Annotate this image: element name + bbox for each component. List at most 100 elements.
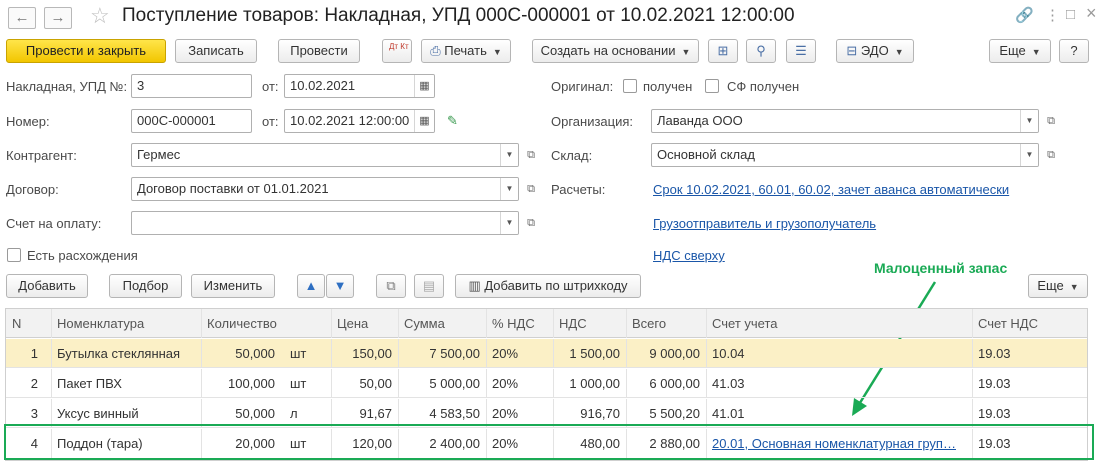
cell-total[interactable]: 9 000,00: [626, 339, 706, 368]
link-icon[interactable]: 🔗: [1015, 6, 1034, 24]
payment-invoice-field[interactable]: ▼: [131, 211, 519, 235]
vat-on-top-link[interactable]: НДС сверху: [653, 248, 725, 263]
header-account[interactable]: Счет учета: [706, 309, 972, 338]
cell-vat[interactable]: 1 500,00: [553, 339, 626, 368]
open-organization-icon[interactable]: ⧉: [1041, 109, 1061, 133]
number-field[interactable]: 000С-000001: [131, 109, 252, 133]
invoice-number-label: Накладная, УПД №:: [6, 79, 128, 94]
add-row-button[interactable]: Добавить: [6, 274, 88, 298]
arrow-up-icon: ▲: [304, 278, 318, 293]
table-row[interactable]: 1 Бутылка стеклянная 50,000 шт 150,00 7 …: [6, 339, 1087, 368]
cell-vat-rate[interactable]: 20%: [486, 369, 553, 398]
paste-row-button[interactable]: ▤: [414, 274, 444, 298]
report-button[interactable]: ☰: [786, 39, 816, 63]
organization-field[interactable]: Лаванда ООО ▼: [651, 109, 1039, 133]
help-button[interactable]: ?: [1059, 39, 1089, 63]
copy-row-button[interactable]: ⧉: [376, 274, 406, 298]
move-down-button[interactable]: ▼: [326, 274, 354, 298]
cell-unit[interactable]: шт: [284, 369, 329, 398]
chevron-down-icon[interactable]: ▼: [500, 144, 518, 166]
more-vert-icon[interactable]: ⋮: [1045, 6, 1060, 24]
contract-label: Договор:: [6, 182, 59, 197]
cell-vat-rate[interactable]: 20%: [486, 339, 553, 368]
settlements-link[interactable]: Срок 10.02.2021, 60.01, 60.02, зачет ава…: [653, 182, 1009, 197]
original-received-checkbox[interactable]: [623, 79, 637, 93]
open-contract-icon[interactable]: ⧉: [521, 177, 541, 201]
shipper-consignee-link[interactable]: Грузоотправитель и грузополучатель: [653, 216, 876, 231]
open-payment-invoice-icon[interactable]: ⧉: [521, 211, 541, 235]
chevron-down-icon[interactable]: ▼: [500, 212, 518, 234]
cell-name[interactable]: Бутылка стеклянная: [51, 339, 201, 368]
invoice-date-value: 10.02.2021: [290, 78, 356, 93]
header-total[interactable]: Всего: [626, 309, 706, 338]
cell-vat-account[interactable]: 19.03: [972, 339, 1087, 368]
cell-qty[interactable]: 50,000: [201, 339, 281, 368]
post-button[interactable]: Провести: [278, 39, 360, 63]
organization-label: Организация:: [551, 114, 634, 129]
calendar-icon[interactable]: ▦: [414, 75, 434, 97]
edit-row-button[interactable]: Изменить: [191, 274, 275, 298]
cell-account[interactable]: 41.03: [706, 369, 972, 398]
barcode-icon: ▥: [468, 278, 481, 293]
chevron-down-icon[interactable]: ▼: [500, 178, 518, 200]
sf-received-checkbox[interactable]: [705, 79, 719, 93]
discrepancy-checkbox[interactable]: [7, 248, 21, 262]
attach-button[interactable]: ⚲: [746, 39, 776, 63]
invoice-date-field[interactable]: 10.02.2021 ▦: [284, 74, 435, 98]
cell-sum[interactable]: 5 000,00: [398, 369, 486, 398]
cell-name[interactable]: Пакет ПВХ: [51, 369, 201, 398]
header-n[interactable]: N: [6, 309, 51, 338]
original-label: Оригинал:: [551, 79, 614, 94]
structure-button[interactable]: ⊞: [708, 39, 738, 63]
note-icon[interactable]: ✎: [447, 113, 458, 129]
cell-account[interactable]: 10.04: [706, 339, 972, 368]
maximize-icon[interactable]: □: [1066, 6, 1075, 23]
table-row[interactable]: 2 Пакет ПВХ 100,000 шт 50,00 5 000,00 20…: [6, 369, 1087, 398]
favorite-star-icon[interactable]: ☆: [90, 3, 110, 29]
pick-button[interactable]: Подбор: [109, 274, 182, 298]
cell-price[interactable]: 150,00: [331, 339, 398, 368]
header-price[interactable]: Цена: [331, 309, 398, 338]
header-vat-account[interactable]: Счет НДС: [972, 309, 1087, 338]
open-counterparty-icon[interactable]: ⧉: [521, 143, 541, 167]
header-vat[interactable]: НДС: [553, 309, 626, 338]
invoice-number-field[interactable]: 3: [131, 74, 252, 98]
cell-price[interactable]: 50,00: [331, 369, 398, 398]
contract-field[interactable]: Договор поставки от 01.01.2021 ▼: [131, 177, 519, 201]
open-warehouse-icon[interactable]: ⧉: [1041, 143, 1061, 167]
number-date-field[interactable]: 10.02.2021 12:00:00 ▦: [284, 109, 435, 133]
back-button[interactable]: ←: [8, 7, 36, 29]
cell-vat-account[interactable]: 19.03: [972, 369, 1087, 398]
cell-unit[interactable]: шт: [284, 339, 329, 368]
header-vat-rate[interactable]: % НДС: [486, 309, 553, 338]
header-sum[interactable]: Сумма: [398, 309, 486, 338]
cell-qty[interactable]: 100,000: [201, 369, 281, 398]
cell-vat[interactable]: 1 000,00: [553, 369, 626, 398]
forward-button[interactable]: →: [44, 7, 72, 29]
print-button[interactable]: ⎙ Печать ▼: [421, 39, 511, 63]
move-up-button[interactable]: ▲: [297, 274, 325, 298]
edo-button[interactable]: ⊟ ЭДО ▼: [836, 39, 914, 63]
dtkt-button[interactable]: Дт Кт: [382, 39, 412, 63]
calendar-icon[interactable]: ▦: [414, 110, 434, 132]
cell-total[interactable]: 6 000,00: [626, 369, 706, 398]
more-button[interactable]: Еще ▼: [989, 39, 1051, 63]
counterparty-field[interactable]: Гермес ▼: [131, 143, 519, 167]
chevron-down-icon: ▼: [1069, 282, 1079, 292]
table-more-label: Еще: [1037, 278, 1064, 293]
save-button[interactable]: Записать: [175, 39, 257, 63]
header-qty[interactable]: Количество: [201, 309, 331, 338]
header-name[interactable]: Номенклатура: [51, 309, 201, 338]
add-by-barcode-button[interactable]: ▥ Добавить по штрихкоду: [455, 274, 641, 298]
table-header-row: N Номенклатура Количество Цена Сумма % Н…: [6, 309, 1087, 338]
close-icon[interactable]: ×: [1086, 3, 1097, 24]
chevron-down-icon[interactable]: ▼: [1020, 144, 1038, 166]
create-based-on-button[interactable]: Создать на основании ▼: [532, 39, 699, 63]
table-more-button[interactable]: Еще ▼: [1028, 274, 1088, 298]
chevron-down-icon[interactable]: ▼: [1020, 110, 1038, 132]
create-based-label: Создать на основании: [540, 43, 676, 58]
cell-n: 1: [30, 346, 38, 361]
post-and-close-button[interactable]: Провести и закрыть: [6, 39, 166, 63]
cell-sum[interactable]: 7 500,00: [398, 339, 486, 368]
warehouse-field[interactable]: Основной склад ▼: [651, 143, 1039, 167]
